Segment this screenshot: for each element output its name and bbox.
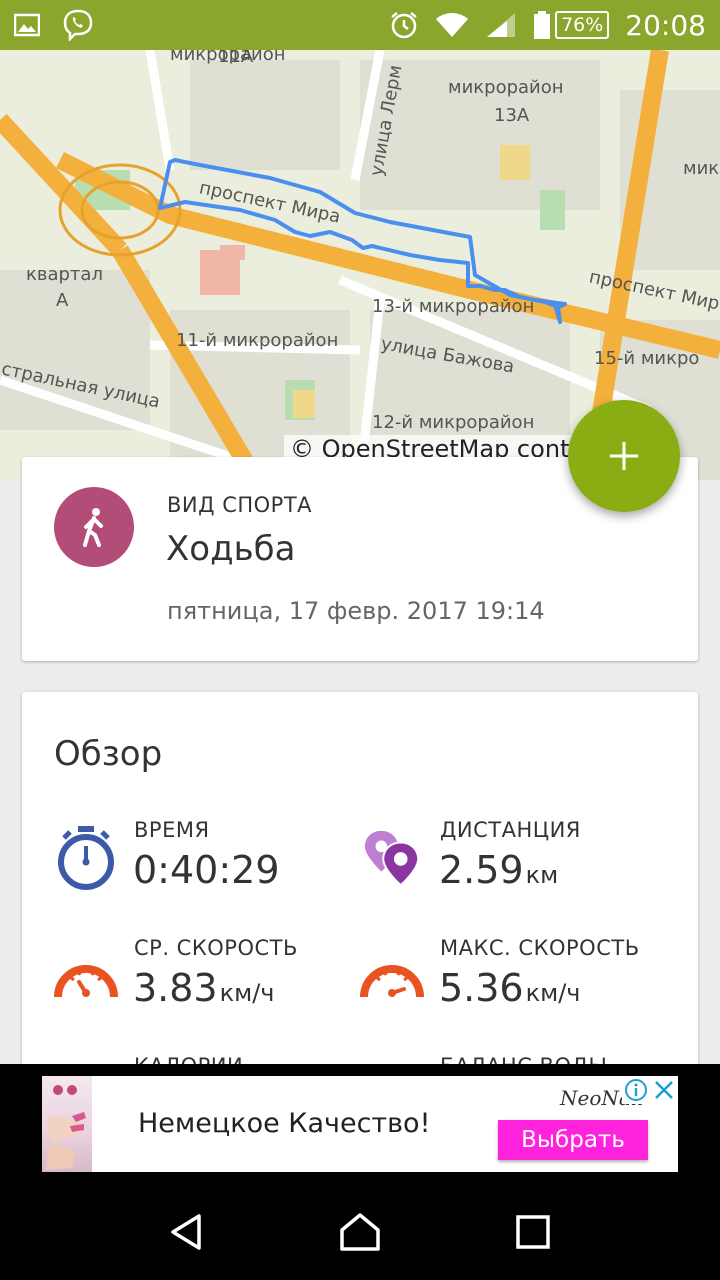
- ad-info-icon[interactable]: [622, 1076, 650, 1104]
- ad-image: [42, 1076, 92, 1172]
- recents-icon: [516, 1215, 551, 1249]
- sport-name: Ходьба: [166, 529, 296, 569]
- map-label-kvartal-a: А: [56, 290, 69, 311]
- stat-distance: ДИСТАНЦИЯ 2.59км: [360, 818, 680, 918]
- stat-time-label: ВРЕМЯ: [134, 818, 210, 842]
- recents-button[interactable]: [503, 1202, 563, 1262]
- status-clock: 20:08: [625, 8, 706, 42]
- ad-banner[interactable]: Немецкое Качество! NeoNail Выбрать: [42, 1076, 678, 1172]
- walking-person-icon: [83, 508, 103, 547]
- ad-headline: Немецкое Качество!: [138, 1108, 431, 1139]
- overview-card: Обзор ВРЕМЯ 0:40:29 ДИСТАНЦИЯ 2.59км СР.…: [22, 692, 698, 1078]
- battery-icon: 76%: [533, 10, 610, 40]
- signal-icon: [485, 11, 517, 39]
- stat-max-speed-value: 5.36км/ч: [439, 966, 580, 1010]
- back-icon: [170, 1214, 201, 1250]
- stat-time-value: 0:40:29: [133, 848, 280, 892]
- stat-max-speed-label: МАКС. СКОРОСТЬ: [440, 936, 640, 960]
- stat-distance-unit: км: [525, 861, 559, 889]
- viber-icon: [62, 9, 94, 41]
- stat-max-speed-number: 5.36: [439, 966, 524, 1010]
- ad-cta-button[interactable]: Выбрать: [498, 1120, 648, 1160]
- gallery-icon: [14, 13, 40, 37]
- stat-time-number: 0:40:29: [133, 848, 280, 892]
- map-label-mkr-13a-num: 13А: [494, 105, 530, 126]
- map-label-mkr-11: 11-й микрорайон: [176, 330, 339, 351]
- map-pins-icon: [360, 818, 424, 898]
- home-button[interactable]: [330, 1202, 390, 1262]
- stopwatch-icon: [54, 818, 118, 898]
- sport-date: пятница, 17 февр. 2017 19:14: [167, 597, 545, 625]
- stat-distance-label: ДИСТАНЦИЯ: [440, 818, 581, 842]
- stat-avg-speed: СР. СКОРОСТЬ 3.83км/ч: [54, 936, 374, 1036]
- map-label-mkr-13: 13-й микрорайон: [372, 296, 535, 317]
- add-button[interactable]: [568, 400, 680, 512]
- home-icon: [340, 1213, 380, 1251]
- ad-banner-area: Немецкое Качество! NeoNail Выбрать: [0, 1064, 720, 1184]
- stat-avg-speed-value: 3.83км/ч: [133, 966, 274, 1010]
- speedometer-icon: [360, 936, 424, 1016]
- overview-title: Обзор: [54, 734, 163, 774]
- map-buildings: [200, 245, 245, 295]
- stat-avg-speed-unit: км/ч: [219, 979, 275, 1007]
- stat-max-speed-unit: км/ч: [525, 979, 581, 1007]
- map-label-mkr-12: 12-й микрорайон: [372, 412, 535, 433]
- sport-avatar: [54, 487, 134, 567]
- alarm-icon: [389, 10, 419, 40]
- map-label-mkr-right: микр: [683, 158, 720, 179]
- stat-time: ВРЕМЯ 0:40:29: [54, 818, 374, 918]
- navigation-bar: [0, 1184, 720, 1280]
- sport-caption: ВИД СПОРТА: [167, 493, 313, 517]
- ad-close-icon[interactable]: [650, 1076, 678, 1104]
- speedometer-icon: [54, 936, 118, 1016]
- map-label-kvartal: квартал: [26, 264, 103, 285]
- map-label-mkr-15: 15-й микро: [594, 348, 700, 369]
- stat-avg-speed-label: СР. СКОРОСТЬ: [134, 936, 298, 960]
- stat-distance-number: 2.59: [439, 848, 524, 892]
- back-button[interactable]: [157, 1202, 217, 1262]
- map-label-mkr-11a-num: 11А: [218, 50, 254, 67]
- wifi-icon: [435, 11, 469, 39]
- plus-icon: [610, 442, 638, 470]
- battery-percentage: 76%: [555, 11, 610, 39]
- stat-avg-speed-number: 3.83: [133, 966, 218, 1010]
- map-label-mkr-13a: микрорайон: [448, 77, 564, 98]
- stat-max-speed: МАКС. СКОРОСТЬ 5.36км/ч: [360, 936, 680, 1036]
- stat-distance-value: 2.59км: [439, 848, 558, 892]
- status-bar: 76% 20:08: [0, 0, 720, 50]
